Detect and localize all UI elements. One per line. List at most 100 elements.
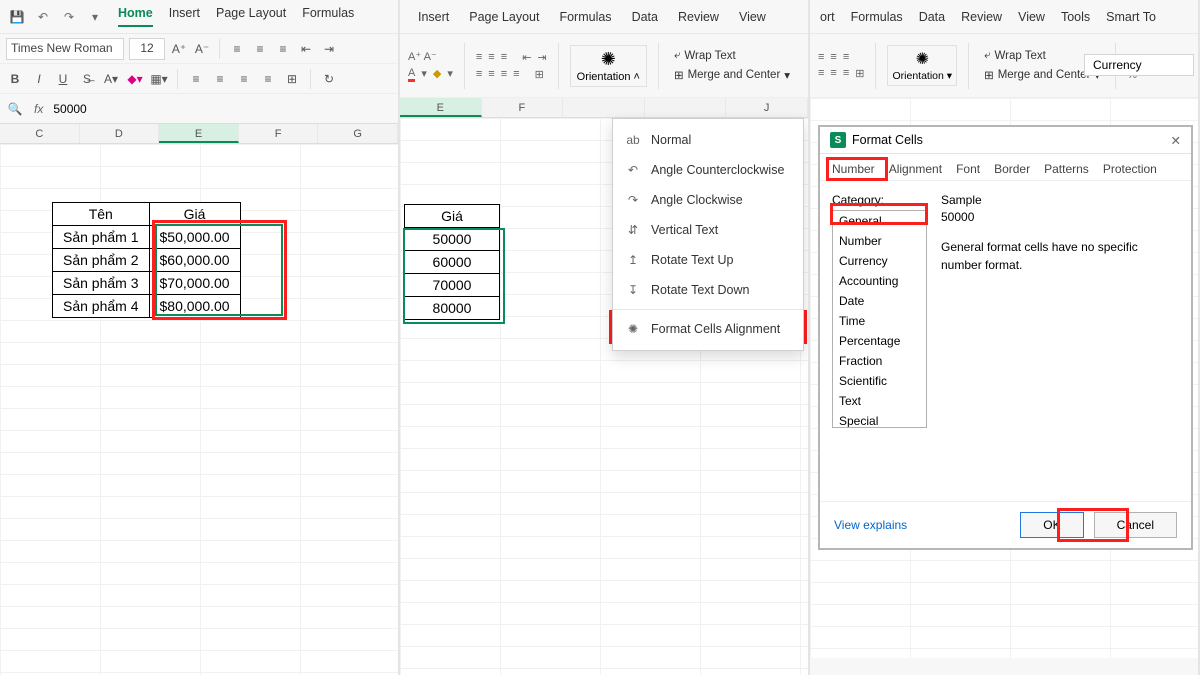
table-header-row[interactable]: Tên Giá	[53, 203, 241, 226]
table-row[interactable]: Sản phẩm 3$70,000.00	[53, 272, 241, 295]
table-header[interactable]: Tên	[53, 203, 150, 226]
show-formula-icon[interactable]: 🔍	[6, 100, 24, 118]
more-icon[interactable]: ▾	[86, 8, 104, 26]
tab-data[interactable]: Data	[919, 10, 945, 24]
merge-center-button[interactable]: ⊞Merge and Center ▾	[670, 66, 794, 84]
border-icon[interactable]: ▦▾	[150, 70, 168, 88]
align-top-icon[interactable]: ≡	[818, 51, 824, 63]
cat-currency[interactable]: Currency	[833, 251, 926, 271]
table-header[interactable]: Giá	[149, 203, 240, 226]
tab-insert[interactable]: Insert	[169, 6, 200, 27]
orientation-normal[interactable]: abNormal	[613, 125, 803, 155]
cat-general[interactable]: General	[833, 211, 926, 231]
table-cell[interactable]: 70000	[405, 274, 500, 297]
fill-icon[interactable]: ◆	[433, 67, 441, 82]
align-mid-icon[interactable]: ≡	[488, 51, 494, 64]
col-C[interactable]: C	[0, 124, 80, 143]
align-center-icon[interactable]: ≡	[830, 67, 836, 80]
align-justify-icon[interactable]: ≡	[513, 68, 519, 81]
indent-left-icon[interactable]: ⇤	[297, 40, 315, 58]
align-center-icon[interactable]: ≡	[488, 68, 494, 81]
merge-icon[interactable]: ⊞	[283, 70, 301, 88]
formula-value[interactable]: 50000	[53, 102, 86, 116]
ok-button[interactable]: OK	[1020, 512, 1083, 538]
dlg-tab-border[interactable]: Border	[994, 162, 1030, 176]
tab-formulas[interactable]: Formulas	[851, 10, 903, 24]
cat-special[interactable]: Special	[833, 411, 926, 428]
cat-fraction[interactable]: Fraction	[833, 351, 926, 371]
orientation-rotate-down[interactable]: ↧Rotate Text Down	[613, 275, 803, 305]
orientation-button[interactable]: ✺ Orientation ▾	[887, 45, 957, 86]
col-blank[interactable]	[563, 98, 645, 117]
tab-ort[interactable]: ort	[820, 10, 835, 24]
col-blank[interactable]	[645, 98, 727, 117]
align-middle-icon[interactable]: ≡	[251, 40, 269, 58]
view-explains-link[interactable]: View explains	[834, 518, 907, 532]
font-name-select[interactable]: Times New Roman	[6, 38, 124, 60]
align-left-icon[interactable]: ≡	[187, 70, 205, 88]
decrease-font-icon[interactable]: A⁻	[193, 40, 211, 58]
tab-view[interactable]: View	[739, 10, 766, 24]
col-F[interactable]: F	[482, 98, 564, 117]
tab-formulas[interactable]: Formulas	[302, 6, 354, 27]
align-center-icon[interactable]: ≡	[211, 70, 229, 88]
cat-text[interactable]: Text	[833, 391, 926, 411]
indent-l-icon[interactable]: ⇤	[522, 51, 531, 64]
bold-icon[interactable]: B	[6, 70, 24, 88]
orientation-icon[interactable]: ↻	[320, 70, 338, 88]
col-G[interactable]: G	[318, 124, 398, 143]
font-size-select[interactable]: 12	[129, 38, 165, 60]
dlg-tab-patterns[interactable]: Patterns	[1044, 162, 1089, 176]
redo-icon[interactable]: ↷	[60, 8, 78, 26]
align-mid-icon[interactable]: ≡	[830, 51, 836, 63]
font-color-icon[interactable]: A▾	[102, 70, 120, 88]
align-top-icon[interactable]: ≡	[228, 40, 246, 58]
tab-review[interactable]: Review	[961, 10, 1002, 24]
table-row[interactable]: Sản phẩm 4$80,000.00	[53, 295, 241, 318]
increase-font-icon[interactable]: A⁺	[170, 40, 188, 58]
number-format-select[interactable]: Currency	[1084, 54, 1194, 76]
italic-icon[interactable]: I	[30, 70, 48, 88]
category-list[interactable]: General Number Currency Accounting Date …	[832, 210, 927, 428]
price-header[interactable]: Giá	[405, 205, 500, 228]
tab-pagelayout[interactable]: Page Layout	[216, 6, 286, 27]
table-cell[interactable]: 80000	[405, 297, 500, 320]
col-E[interactable]: E	[159, 124, 239, 143]
indent-right-icon[interactable]: ⇥	[320, 40, 338, 58]
orientation-format-cells[interactable]: ✺Format Cells Alignment	[613, 314, 803, 344]
cancel-button[interactable]: Cancel	[1094, 512, 1177, 538]
tab-formulas[interactable]: Formulas	[559, 10, 611, 24]
dlg-tab-font[interactable]: Font	[956, 162, 980, 176]
tab-insert[interactable]: Insert	[418, 10, 449, 24]
dlg-tab-number[interactable]: Number	[832, 162, 875, 176]
align-right-icon[interactable]: ≡	[843, 67, 849, 80]
tab-tools[interactable]: Tools	[1061, 10, 1090, 24]
align-justify-icon[interactable]: ≡	[259, 70, 277, 88]
orientation-vertical[interactable]: ⇵Vertical Text	[613, 215, 803, 245]
table-row[interactable]: Sản phẩm 2$60,000.00	[53, 249, 241, 272]
dlg-tab-alignment[interactable]: Alignment	[889, 162, 942, 176]
cat-time[interactable]: Time	[833, 311, 926, 331]
tab-pagelayout[interactable]: Page Layout	[469, 10, 539, 24]
tab-view[interactable]: View	[1018, 10, 1045, 24]
indent-r-icon[interactable]: ⇥	[537, 51, 546, 64]
align-top-icon[interactable]: ≡	[476, 51, 482, 64]
table-row[interactable]: Sản phẩm 1$50,000.00	[53, 226, 241, 249]
col-D[interactable]: D	[80, 124, 160, 143]
align-bot-icon[interactable]: ≡	[501, 51, 507, 64]
underline-icon[interactable]: U	[54, 70, 72, 88]
cell-grid[interactable]: Tên Giá Sản phẩm 1$50,000.00 Sản phẩm 2$…	[0, 144, 398, 675]
cat-date[interactable]: Date	[833, 291, 926, 311]
dlg-tab-protection[interactable]: Protection	[1103, 162, 1157, 176]
table-cell[interactable]: 50000	[405, 228, 500, 251]
fill-color-icon[interactable]: ◆▾	[126, 70, 144, 88]
align-right-icon[interactable]: ≡	[501, 68, 507, 81]
align-left-icon[interactable]: ≡	[476, 68, 482, 81]
cat-scientific[interactable]: Scientific	[833, 371, 926, 391]
strike-icon[interactable]: S̶	[78, 70, 96, 88]
save-icon[interactable]: 💾	[8, 8, 26, 26]
data-table[interactable]: Tên Giá Sản phẩm 1$50,000.00 Sản phẩm 2$…	[52, 202, 241, 318]
wrap-text-button[interactable]: ⤶Wrap Text	[670, 47, 794, 64]
orientation-rotate-up[interactable]: ↥Rotate Text Up	[613, 245, 803, 275]
tab-data[interactable]: Data	[632, 10, 658, 24]
